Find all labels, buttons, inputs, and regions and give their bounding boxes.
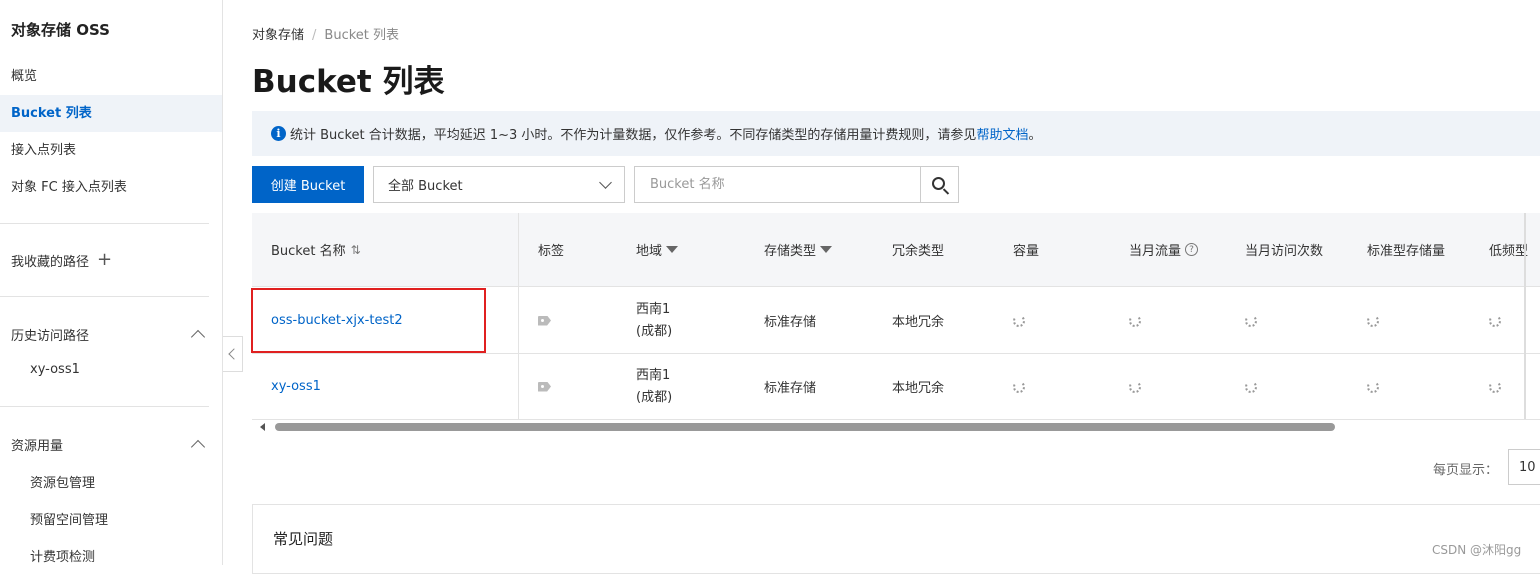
- header-requests: 当月访问次数: [1245, 244, 1324, 259]
- filter-icon[interactable]: [666, 246, 679, 253]
- loading-spinner-icon: [1013, 314, 1025, 327]
- divider: [0, 296, 209, 297]
- chevron-down-icon: [599, 175, 612, 189]
- breadcrumb: 对象存储 / Bucket 列表: [252, 24, 399, 43]
- highlight-annotation: [251, 288, 486, 353]
- sidebar-item-overview[interactable]: 概览: [0, 58, 222, 95]
- region-name: 西南1: [636, 301, 671, 317]
- loading-spinner-icon: [1489, 314, 1501, 327]
- tag-icon[interactable]: [538, 381, 551, 392]
- loading-spinner-icon: [1013, 380, 1025, 393]
- search-button[interactable]: [920, 167, 958, 202]
- bucket-filter-select[interactable]: 全部 Bucket: [373, 166, 625, 203]
- sidebar: 对象存储 OSS 概览 Bucket 列表 接入点列表 对象 FC 接入点列表 …: [0, 0, 223, 565]
- search-box: [634, 166, 959, 203]
- header-redundancy: 冗余类型: [892, 244, 945, 259]
- chevron-up-icon[interactable]: [190, 329, 206, 344]
- header-region-label: 地域: [636, 244, 663, 259]
- tag-icon[interactable]: [538, 315, 551, 326]
- header-region[interactable]: 地域: [636, 213, 679, 286]
- divider: [0, 406, 209, 407]
- sidebar-title: 对象存储 OSS: [11, 21, 110, 39]
- header-storage-class[interactable]: 存储类型: [764, 213, 833, 286]
- breadcrumb-separator: /: [312, 28, 317, 43]
- search-icon: [931, 176, 945, 190]
- sidebar-collapse-button[interactable]: [223, 336, 243, 372]
- region-cell: 西南1 (成都): [636, 288, 672, 353]
- filter-icon[interactable]: [820, 246, 833, 253]
- page-size-label: 每页显示：: [1433, 463, 1499, 478]
- resource-item-packages[interactable]: 资源包管理: [30, 472, 95, 491]
- info-icon: i: [271, 126, 286, 141]
- faq-title: 常见问题: [273, 530, 334, 548]
- loading-spinner-icon: [1129, 380, 1141, 393]
- header-standard-storage: 标准型存储量: [1367, 244, 1446, 259]
- favorites-label: 我收藏的路径: [11, 254, 90, 270]
- loading-spinner-icon: [1367, 380, 1379, 393]
- bucket-filter-value: 全部 Bucket: [388, 179, 463, 194]
- scrollbar-thumb[interactable]: [275, 423, 1335, 431]
- sidebar-item-access-points[interactable]: 接入点列表: [0, 132, 222, 169]
- header-name[interactable]: Bucket 名称 ⇅: [271, 213, 361, 286]
- redundancy-cell: 本地冗余: [892, 315, 945, 330]
- redundancy-cell: 本地冗余: [892, 381, 945, 396]
- sidebar-item-bucket-list[interactable]: Bucket 列表: [0, 95, 222, 132]
- resource-item-reserved[interactable]: 预留空间管理: [30, 509, 108, 528]
- plus-icon[interactable]: +: [97, 251, 112, 269]
- header-capacity: 容量: [1013, 244, 1040, 259]
- storage-class-cell: 标准存储: [764, 315, 817, 330]
- resource-section[interactable]: 资源用量: [11, 434, 209, 454]
- history-label: 历史访问路径: [11, 328, 90, 344]
- help-icon[interactable]: ?: [1185, 243, 1199, 256]
- region-city: (成都): [636, 389, 673, 405]
- search-input[interactable]: [635, 167, 920, 202]
- header-name-label: Bucket 名称: [271, 244, 346, 259]
- header-ia: 低频型: [1489, 244, 1529, 259]
- divider: [0, 223, 209, 224]
- help-doc-link[interactable]: 帮助文档: [976, 124, 1028, 143]
- faq-panel: 常见问题: [252, 504, 1540, 574]
- header-traffic: 当月流量?: [1129, 213, 1199, 286]
- sort-icon[interactable]: ⇅: [351, 243, 361, 257]
- page-size-select[interactable]: 10: [1508, 449, 1540, 485]
- header-tags: 标签: [538, 244, 565, 259]
- loading-spinner-icon: [1367, 314, 1379, 327]
- create-bucket-button[interactable]: 创建 Bucket: [252, 166, 364, 203]
- resource-label: 资源用量: [11, 438, 64, 454]
- page-title: Bucket 列表: [252, 64, 445, 100]
- header-traffic-label: 当月流量: [1129, 244, 1182, 259]
- region-city: (成都): [636, 323, 673, 339]
- frozen-column-divider: [518, 213, 519, 419]
- header-storage-class-label: 存储类型: [764, 244, 817, 259]
- loading-spinner-icon: [1489, 380, 1501, 393]
- frozen-right-divider: [1524, 213, 1526, 419]
- breadcrumb-current: Bucket 列表: [324, 28, 400, 43]
- loading-spinner-icon: [1245, 314, 1257, 327]
- loading-spinner-icon: [1245, 380, 1257, 393]
- table-row: xy-oss1 西南1 (成都) 标准存储 本地冗余: [252, 354, 1540, 420]
- region-cell: 西南1 (成都): [636, 354, 672, 419]
- chevron-left-icon: [228, 348, 240, 360]
- watermark: CSDN @沐阳gg: [1432, 543, 1522, 557]
- table-header: Bucket 名称 ⇅ 标签 地域 存储类型 冗余类型 容量 当月流量? 当月访问…: [252, 213, 1540, 287]
- loading-spinner-icon: [1129, 314, 1141, 327]
- region-name: 西南1: [636, 367, 671, 383]
- storage-class-cell: 标准存储: [764, 381, 817, 396]
- scroll-left-icon[interactable]: [260, 423, 265, 431]
- history-section[interactable]: 历史访问路径: [11, 324, 209, 344]
- chevron-up-icon[interactable]: [190, 439, 206, 454]
- breadcrumb-root[interactable]: 对象存储: [252, 28, 304, 43]
- history-item[interactable]: xy-oss1: [30, 362, 80, 377]
- resource-item-billing-check[interactable]: 计费项检测: [30, 546, 95, 565]
- horizontal-scrollbar[interactable]: [252, 420, 1540, 434]
- notice-suffix: 。: [1028, 128, 1042, 143]
- notice-text: 统计 Bucket 合计数据，平均延迟 1~3 小时。不作为计量数据，仅作参考。…: [290, 128, 977, 143]
- favorites-section[interactable]: 我收藏的路径 +: [11, 250, 209, 270]
- bucket-name-link[interactable]: xy-oss1: [271, 379, 321, 394]
- sidebar-item-fc-access-points[interactable]: 对象 FC 接入点列表: [0, 169, 222, 206]
- info-notice: i 统计 Bucket 合计数据，平均延迟 1~3 小时。不作为计量数据，仅作参…: [252, 111, 1540, 156]
